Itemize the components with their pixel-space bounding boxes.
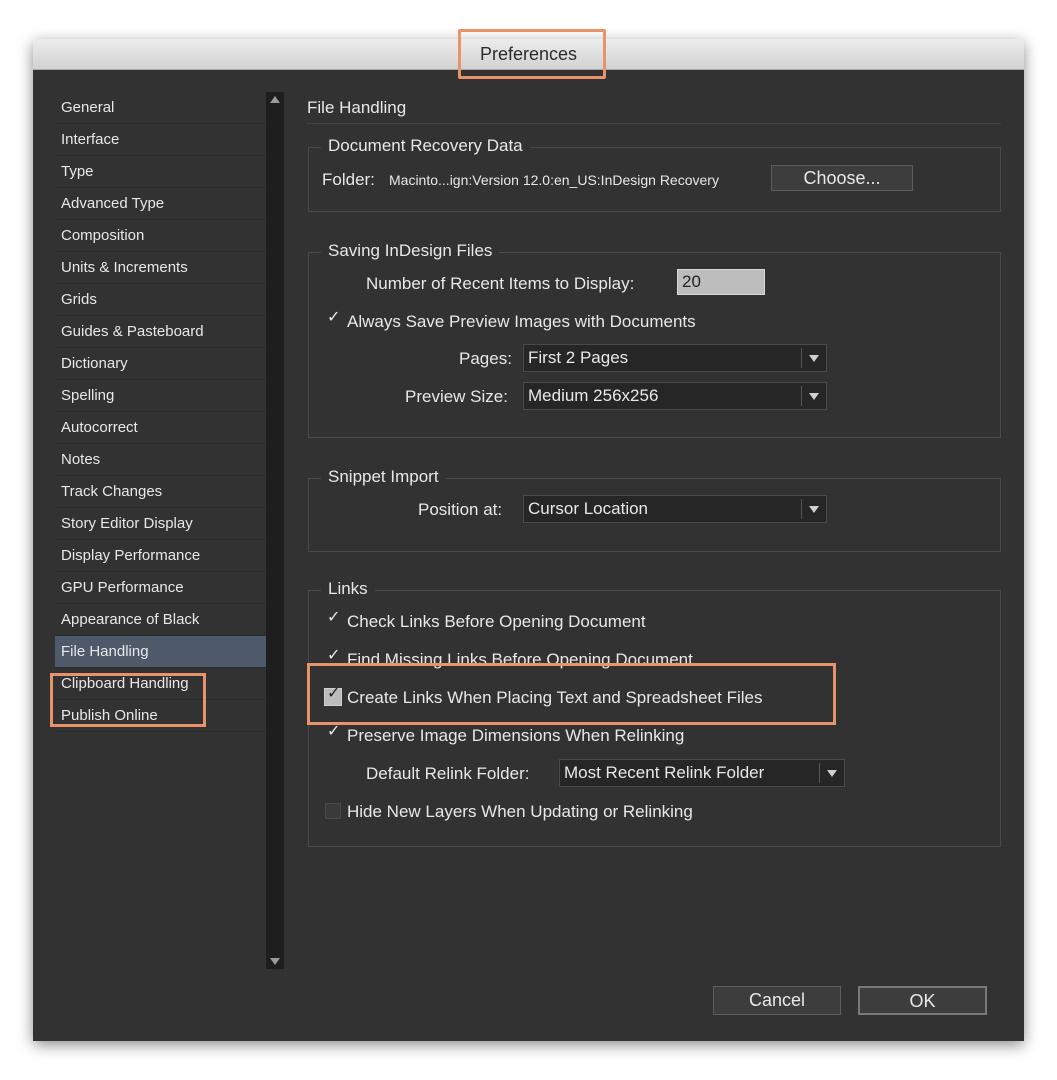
recent-items-field[interactable]: 20 [677, 269, 765, 295]
window-title: Preferences [479, 44, 578, 64]
pages-select[interactable]: First 2 Pages [523, 344, 827, 372]
position-at-select-value: Cursor Location [528, 499, 649, 518]
sidebar-item-dictionary[interactable]: Dictionary [55, 348, 266, 380]
sidebar-item-story-editor-display[interactable]: Story Editor Display [55, 508, 266, 540]
preserve-dimensions-label: Preserve Image Dimensions When Relinking [347, 726, 685, 745]
select-separator [801, 386, 802, 406]
group-title: Links [321, 579, 375, 599]
panel-divider [307, 123, 1001, 124]
relink-folder-select-value: Most Recent Relink Folder [564, 763, 765, 782]
title-bar: Preferences [33, 39, 1024, 70]
ok-button[interactable]: OK [858, 986, 987, 1015]
sidebar-item-file-handling[interactable]: File Handling [55, 636, 266, 668]
checkmark-icon: ✓ [327, 309, 341, 326]
relink-folder-label: Default Relink Folder: [366, 764, 530, 783]
group-title: Document Recovery Data [321, 136, 530, 156]
check-links-checkbox[interactable]: ✓ [325, 609, 341, 629]
sidebar-scrollbar[interactable] [266, 92, 284, 969]
checkmark-icon: ✓ [327, 685, 341, 702]
find-missing-links-label: Find Missing Links Before Opening Docume… [347, 650, 693, 669]
relink-folder-select[interactable]: Most Recent Relink Folder [559, 759, 845, 787]
panel-title: File Handling [307, 98, 407, 117]
hide-layers-checkbox[interactable] [325, 803, 341, 819]
select-separator [801, 499, 802, 519]
folder-path: Macinto...ign:Version 12.0:en_US:InDesig… [389, 172, 719, 188]
select-separator [819, 763, 820, 783]
sidebar-item-general[interactable]: General [55, 92, 266, 124]
scroll-up-arrow-icon[interactable] [270, 96, 280, 103]
category-list: General Interface Type Advanced Type Com… [50, 92, 266, 732]
cancel-button[interactable]: Cancel [713, 986, 841, 1015]
preview-size-select-value: Medium 256x256 [528, 386, 659, 405]
preserve-dimensions-checkbox[interactable]: ✓ [325, 723, 341, 743]
find-missing-links-checkbox[interactable]: ✓ [325, 647, 341, 667]
saving-files-group: Saving InDesign Files Number of Recent I… [308, 241, 1001, 438]
create-links-checkbox[interactable]: ✓ [324, 685, 342, 706]
check-links-label: Check Links Before Opening Document [347, 612, 646, 631]
sidebar-item-units-increments[interactable]: Units & Increments [55, 252, 266, 284]
folder-label: Folder: [322, 170, 375, 189]
sidebar-item-track-changes[interactable]: Track Changes [55, 476, 266, 508]
sidebar-item-guides-pasteboard[interactable]: Guides & Pasteboard [55, 316, 266, 348]
snippet-import-group: Snippet Import Position at: Cursor Locat… [308, 467, 1001, 552]
choose-button[interactable]: Choose... [771, 165, 913, 191]
preferences-dialog: Preferences General Interface Type Advan… [33, 29, 1024, 1041]
preview-size-label: Preview Size: [405, 387, 508, 406]
pages-select-value: First 2 Pages [528, 348, 629, 367]
sidebar-item-publish-online[interactable]: Publish Online [55, 700, 266, 732]
sidebar-item-grids[interactable]: Grids [55, 284, 266, 316]
sidebar-item-type[interactable]: Type [55, 156, 266, 188]
sidebar-item-display-performance[interactable]: Display Performance [55, 540, 266, 572]
preview-size-select[interactable]: Medium 256x256 [523, 382, 827, 410]
sidebar-item-autocorrect[interactable]: Autocorrect [55, 412, 266, 444]
always-save-preview-label: Always Save Preview Images with Document… [347, 312, 696, 331]
recent-items-label: Number of Recent Items to Display: [366, 274, 635, 293]
sidebar-item-clipboard-handling[interactable]: Clipboard Handling [55, 668, 266, 700]
dropdown-arrow-icon [809, 393, 819, 400]
checkmark-icon: ✓ [327, 647, 341, 664]
pages-label: Pages: [459, 349, 512, 368]
sidebar-item-notes[interactable]: Notes [55, 444, 266, 476]
sidebar-item-gpu-performance[interactable]: GPU Performance [55, 572, 266, 604]
scroll-down-arrow-icon[interactable] [270, 958, 280, 965]
sidebar-item-interface[interactable]: Interface [55, 124, 266, 156]
always-save-preview-checkbox[interactable]: ✓ [325, 309, 341, 329]
sidebar-item-advanced-type[interactable]: Advanced Type [55, 188, 266, 220]
position-at-label: Position at: [418, 500, 503, 519]
sidebar-item-composition[interactable]: Composition [55, 220, 266, 252]
checkmark-icon: ✓ [327, 723, 341, 740]
dropdown-arrow-icon [827, 770, 837, 777]
document-recovery-group: Document Recovery Data Folder: Macinto..… [308, 136, 1001, 212]
create-links-label: Create Links When Placing Text and Sprea… [347, 688, 763, 707]
hide-layers-label: Hide New Layers When Updating or Relinki… [347, 802, 693, 821]
dropdown-arrow-icon [809, 355, 819, 362]
select-separator [801, 348, 802, 368]
group-title: Saving InDesign Files [321, 241, 500, 261]
checkmark-icon: ✓ [327, 609, 341, 626]
links-group: Links ✓ Check Links Before Opening Docum… [308, 579, 1001, 847]
sidebar-item-spelling[interactable]: Spelling [55, 380, 266, 412]
sidebar-item-appearance-of-black[interactable]: Appearance of Black [55, 604, 266, 636]
group-title: Snippet Import [321, 467, 446, 487]
dropdown-arrow-icon [809, 506, 819, 513]
position-at-select[interactable]: Cursor Location [523, 495, 827, 523]
